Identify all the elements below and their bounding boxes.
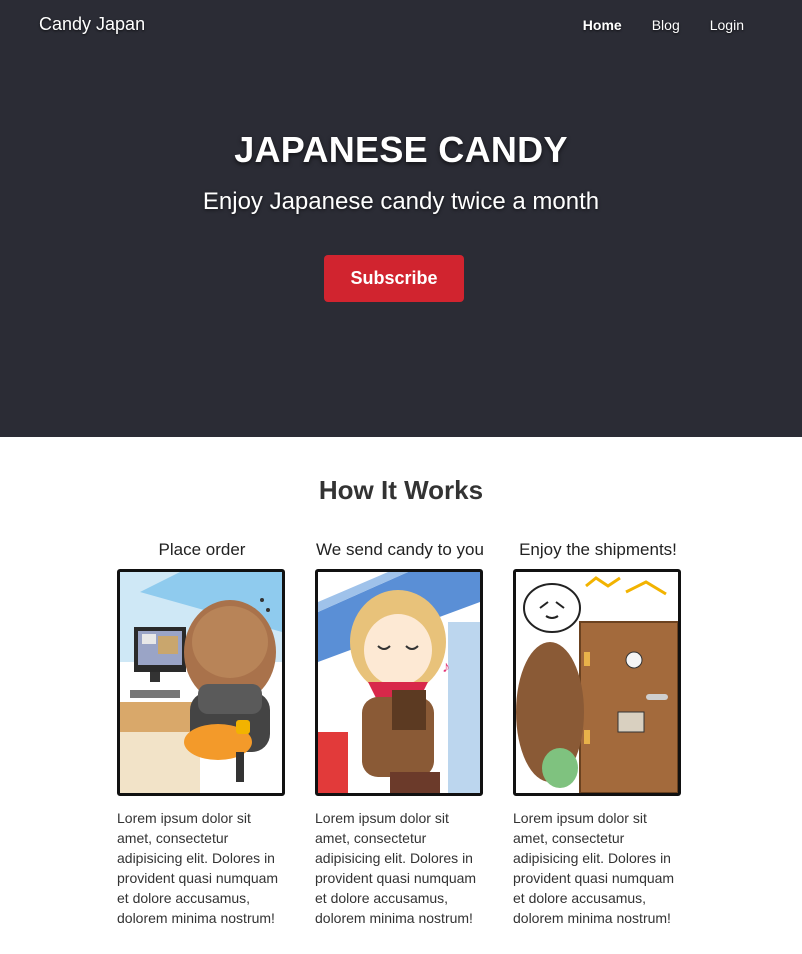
- hero-section: Candy Japan Home Blog Login JAPANESE CAN…: [0, 0, 802, 437]
- step-description: Lorem ipsum dolor sit amet, consectetur …: [315, 810, 477, 926]
- step-title: Place order: [158, 540, 246, 559]
- step-card-enjoy: Enjoy the shipments! Lorem ipsum dolor s…: [513, 540, 683, 928]
- brand-link[interactable]: Candy Japan: [39, 14, 145, 35]
- step-card-place-order: Place order Lorem ipsum dolor sit amet, …: [117, 540, 287, 928]
- nav-home[interactable]: Home: [583, 17, 622, 33]
- subscribe-button[interactable]: Subscribe: [324, 255, 464, 302]
- hero-title: JAPANESE CANDY: [234, 129, 568, 170]
- main-nav: Home Blog Login: [553, 17, 744, 33]
- order-illustration: [117, 569, 285, 796]
- enjoy-illustration: [513, 569, 681, 796]
- step-title: Enjoy the shipments!: [519, 540, 677, 559]
- how-it-works-title: How It Works: [318, 475, 484, 505]
- nav-blog[interactable]: Blog: [652, 17, 680, 33]
- step-description: Lorem ipsum dolor sit amet, consectetur …: [117, 810, 279, 926]
- nav-login[interactable]: Login: [710, 17, 744, 33]
- step-description: Lorem ipsum dolor sit amet, consectetur …: [513, 810, 675, 926]
- delivery-illustration: ♪: [315, 569, 483, 796]
- step-title: We send candy to you: [316, 540, 484, 559]
- svg-text:♪: ♪: [442, 659, 450, 676]
- step-card-we-send: We send candy to you ♪ Lorem ipsum dolor…: [315, 540, 485, 928]
- hero-subtitle: Enjoy Japanese candy twice a month: [202, 188, 600, 215]
